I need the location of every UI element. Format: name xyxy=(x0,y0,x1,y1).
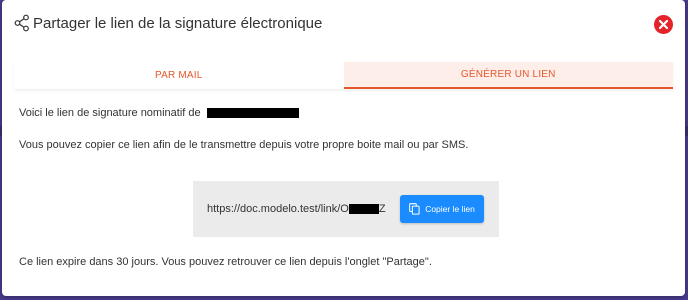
redacted-link-part xyxy=(348,204,379,215)
link-suffix: Z xyxy=(378,203,386,215)
copy-instructions: Vous pouvez copier ce lien afin de le tr… xyxy=(19,139,469,151)
redacted-name xyxy=(206,108,299,119)
signature-link[interactable]: https://doc.modelo.test/link/O Z xyxy=(207,202,386,216)
share-icon xyxy=(14,14,29,32)
link-prefix: https://doc.modelo.test/link/O xyxy=(207,203,349,215)
close-button[interactable] xyxy=(654,15,673,34)
tab-bar: PAR MAIL GÉNÉRER UN LIEN xyxy=(14,62,673,89)
expiry-text: Ce lien expire dans 30 jours. Vous pouve… xyxy=(19,256,432,268)
tab-par-mail[interactable]: PAR MAIL xyxy=(14,62,344,89)
tab-generer-lien[interactable]: GÉNÉRER UN LIEN xyxy=(343,62,673,89)
intro-text: Voici le lien de signature nominatif de xyxy=(19,107,201,119)
link-box: https://doc.modelo.test/link/O Z Copier l… xyxy=(193,181,499,237)
copy-link-label: Copier le lien xyxy=(425,204,475,214)
close-icon xyxy=(658,19,669,30)
copy-icon xyxy=(409,203,420,215)
intro-line: Voici le lien de signature nominatif de xyxy=(19,106,299,120)
modal-title: Partager le lien de la signature électro… xyxy=(33,15,323,32)
share-link-modal: Partager le lien de la signature électro… xyxy=(2,0,685,296)
copy-link-button[interactable]: Copier le lien xyxy=(400,195,484,223)
modal-header: Partager le lien de la signature électro… xyxy=(2,0,685,48)
